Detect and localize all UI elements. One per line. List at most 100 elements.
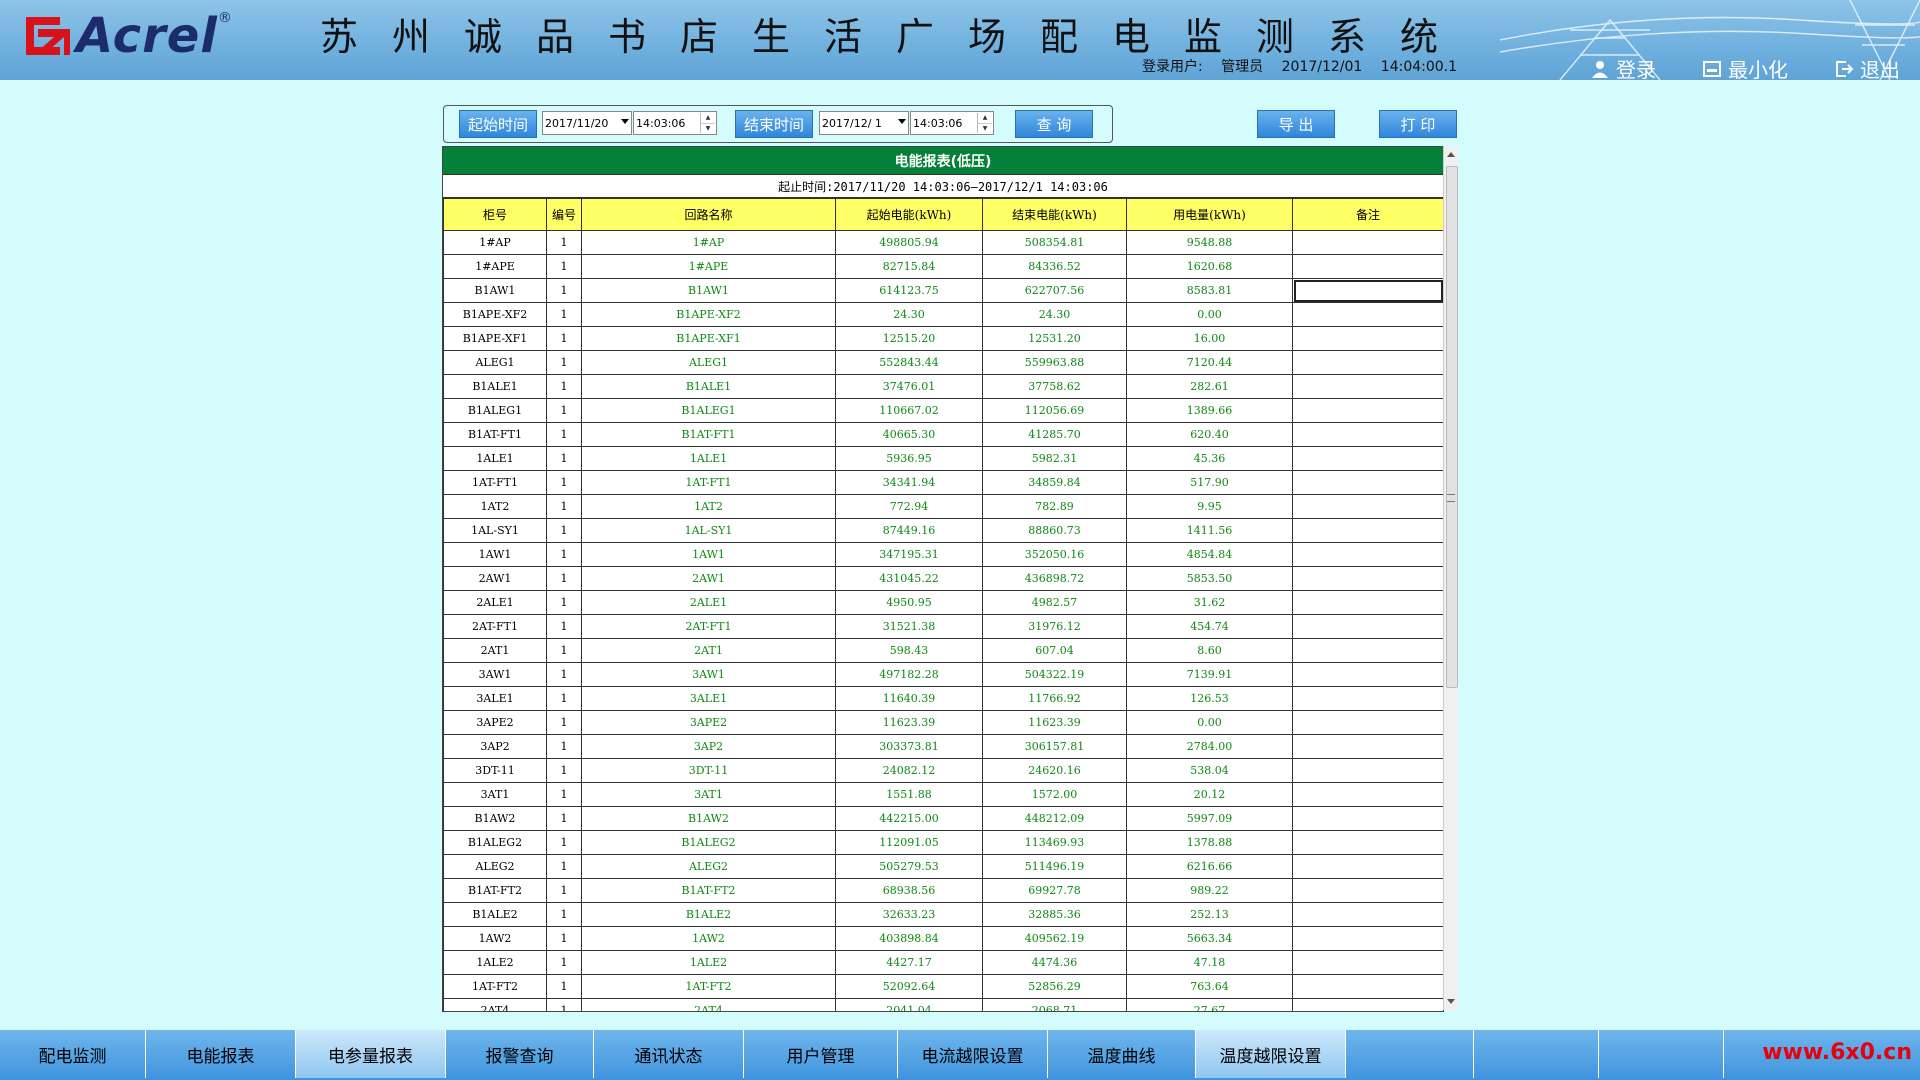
nav-item-6[interactable]: 用户管理 bbox=[744, 1030, 898, 1078]
export-button[interactable]: 导 出 bbox=[1257, 110, 1335, 138]
table-cell: 607.04 bbox=[982, 638, 1127, 663]
note-cell[interactable] bbox=[1292, 686, 1443, 711]
table-row: 1AT-FT1 1 1AT-FT1 34341.94 34859.84 517.90 bbox=[443, 470, 1443, 495]
table-row: 3APE2 1 3APE2 11623.39 11623.39 0.00 bbox=[443, 710, 1443, 735]
note-cell[interactable] bbox=[1292, 734, 1443, 759]
table-row: 1ALE2 1 1ALE2 4427.17 4474.36 47.18 bbox=[443, 950, 1443, 975]
spin-down-icon[interactable]: ▼ bbox=[978, 122, 992, 134]
nav-item-1[interactable]: 配电监测 bbox=[0, 1030, 146, 1078]
note-cell[interactable] bbox=[1292, 590, 1443, 615]
note-cell[interactable] bbox=[1292, 662, 1443, 687]
nav-item-8[interactable]: 温度曲线 bbox=[1048, 1030, 1196, 1078]
table-cell: 1AT2 bbox=[581, 494, 836, 519]
table-cell: B1AW1 bbox=[443, 278, 547, 303]
note-cell[interactable] bbox=[1292, 278, 1443, 303]
note-cell[interactable] bbox=[1292, 710, 1443, 735]
note-cell[interactable] bbox=[1292, 782, 1443, 807]
nav-item-12[interactable] bbox=[1599, 1030, 1724, 1078]
note-cell[interactable] bbox=[1292, 566, 1443, 591]
nav-item-2[interactable]: 电能报表 bbox=[146, 1030, 296, 1078]
table-cell: 1 bbox=[546, 542, 582, 567]
start-time-input[interactable]: 14:03:06 ▲ ▼ bbox=[633, 111, 717, 135]
table-cell: 1 bbox=[546, 950, 582, 975]
note-cell[interactable] bbox=[1292, 638, 1443, 663]
nav-item-9[interactable]: 温度越限设置 bbox=[1196, 1030, 1346, 1078]
table-cell: B1ALE1 bbox=[443, 374, 547, 399]
table-row: B1ALE2 1 B1ALE2 32633.23 32885.36 252.13 bbox=[443, 902, 1443, 927]
nav-item-10[interactable] bbox=[1346, 1030, 1474, 1078]
note-cell[interactable] bbox=[1292, 806, 1443, 831]
login-button[interactable]: 登录 bbox=[1590, 54, 1656, 80]
spin-up-icon[interactable]: ▲ bbox=[978, 113, 992, 123]
note-cell[interactable] bbox=[1292, 302, 1443, 327]
note-cell[interactable] bbox=[1292, 878, 1443, 903]
start-time-spinner[interactable]: ▲ ▼ bbox=[700, 113, 715, 133]
table-cell: B1ALE1 bbox=[581, 374, 836, 399]
table-cell: 1AT-FT2 bbox=[581, 974, 836, 999]
table-row: 3AP2 1 3AP2 303373.81 306157.81 2784.00 bbox=[443, 734, 1443, 759]
query-button[interactable]: 查 询 bbox=[1015, 110, 1093, 138]
table-cell: 3DT-11 bbox=[443, 758, 547, 783]
note-cell[interactable] bbox=[1292, 254, 1443, 279]
table-row: 3ALE1 1 3ALE1 11640.39 11766.92 126.53 bbox=[443, 686, 1443, 711]
table-cell: 7120.44 bbox=[1126, 350, 1293, 375]
note-cell[interactable] bbox=[1292, 614, 1443, 639]
note-cell[interactable] bbox=[1292, 998, 1443, 1011]
note-cell[interactable] bbox=[1292, 950, 1443, 975]
nav-item-11[interactable] bbox=[1474, 1030, 1599, 1078]
nav-item-4[interactable]: 报警查询 bbox=[446, 1030, 594, 1078]
table-cell: 1AW1 bbox=[581, 542, 836, 567]
note-cell[interactable] bbox=[1292, 854, 1443, 879]
table-scrollbar[interactable] bbox=[1443, 146, 1458, 1010]
print-button[interactable]: 打 印 bbox=[1379, 110, 1457, 138]
note-cell[interactable] bbox=[1292, 422, 1443, 447]
nav-item-5[interactable]: 通讯状态 bbox=[594, 1030, 744, 1078]
table-cell: 3ALE1 bbox=[581, 686, 836, 711]
note-cell[interactable] bbox=[1292, 326, 1443, 351]
minimize-button[interactable]: 最小化 bbox=[1702, 54, 1788, 80]
scroll-down-icon[interactable] bbox=[1447, 999, 1455, 1004]
table-cell: 306157.81 bbox=[982, 734, 1127, 759]
scroll-up-icon[interactable] bbox=[1447, 152, 1455, 157]
note-cell[interactable] bbox=[1292, 494, 1443, 519]
note-cell[interactable] bbox=[1292, 926, 1443, 951]
note-cell[interactable] bbox=[1292, 230, 1443, 255]
end-date-picker[interactable]: 2017/12/ 1 bbox=[819, 111, 909, 135]
note-cell[interactable] bbox=[1292, 830, 1443, 855]
query-bar: 起始时间 2017/11/20 14:03:06 ▲ ▼ 结束时间 2017/12… bbox=[443, 105, 1113, 143]
table-cell: 4427.17 bbox=[835, 950, 983, 975]
exit-button[interactable]: 退出 bbox=[1834, 54, 1900, 80]
nav-item-7[interactable]: 电流越限设置 bbox=[898, 1030, 1048, 1078]
note-cell[interactable] bbox=[1292, 518, 1443, 543]
table-cell: 1 bbox=[546, 998, 582, 1011]
note-cell[interactable] bbox=[1292, 398, 1443, 423]
start-date-picker[interactable]: 2017/11/20 bbox=[542, 111, 632, 135]
note-cell[interactable] bbox=[1292, 470, 1443, 495]
table-cell: 1 bbox=[546, 926, 582, 951]
table-row: 2AW1 1 2AW1 431045.22 436898.72 5853.50 bbox=[443, 566, 1443, 591]
spin-up-icon[interactable]: ▲ bbox=[701, 113, 715, 123]
exit-icon bbox=[1836, 60, 1854, 77]
note-cell[interactable] bbox=[1292, 542, 1443, 567]
nav-item-3[interactable]: 电参量报表 bbox=[296, 1030, 446, 1078]
note-cell[interactable] bbox=[1292, 758, 1443, 783]
table-cell: 2AT-FT1 bbox=[581, 614, 836, 639]
login-time: 14:04:00.1 bbox=[1380, 59, 1458, 75]
table-cell: 1ALE2 bbox=[443, 950, 547, 975]
note-cell[interactable] bbox=[1292, 902, 1443, 927]
note-cell[interactable] bbox=[1292, 374, 1443, 399]
table-cell: 31.62 bbox=[1126, 590, 1293, 615]
end-time-spinner[interactable]: ▲ ▼ bbox=[977, 113, 992, 133]
end-time-input[interactable]: 14:03:06 ▲ ▼ bbox=[910, 111, 994, 135]
table-cell: 3ALE1 bbox=[443, 686, 547, 711]
note-cell[interactable] bbox=[1292, 350, 1443, 375]
note-cell[interactable] bbox=[1292, 446, 1443, 471]
spin-down-icon[interactable]: ▼ bbox=[701, 122, 715, 134]
note-cell[interactable] bbox=[1292, 974, 1443, 999]
table-cell: 1#APE bbox=[581, 254, 836, 279]
table-cell: 24.30 bbox=[982, 302, 1127, 327]
table-cell: 5936.95 bbox=[835, 446, 983, 471]
table-cell: 1 bbox=[546, 710, 582, 735]
scrollbar-thumb[interactable] bbox=[1446, 166, 1458, 688]
table-cell: 1 bbox=[546, 350, 582, 375]
